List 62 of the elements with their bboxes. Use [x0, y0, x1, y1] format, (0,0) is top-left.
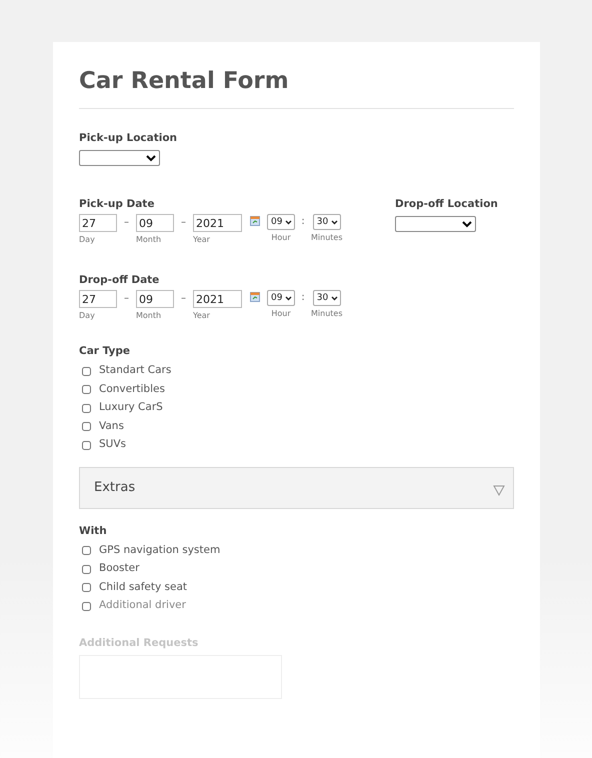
caret-icon — [330, 296, 338, 300]
checkbox[interactable] — [82, 583, 91, 592]
field-sublabel: Year — [193, 235, 211, 245]
field-label: Pick-up Date — [79, 197, 156, 211]
field-label: With — [79, 524, 108, 538]
text-input[interactable]: 27 — [79, 290, 117, 308]
field-sublabel: Hour — [271, 309, 291, 319]
calendar-icon[interactable] — [250, 292, 260, 302]
checkbox[interactable] — [82, 422, 91, 432]
field-sublabel: Minutes — [311, 309, 342, 319]
dropdown[interactable] — [395, 216, 476, 232]
option-label: Booster — [99, 561, 140, 576]
caret-icon — [330, 220, 338, 224]
caret-icon — [285, 220, 292, 224]
field-sublabel: Minutes — [311, 233, 342, 243]
caret-icon — [285, 296, 292, 300]
option-label: GPS navigation system — [99, 542, 220, 558]
option-label: Luxury CarS — [99, 400, 163, 416]
date-separator: – — [123, 216, 130, 230]
date-separator: – — [180, 292, 187, 306]
field-sublabel: Hour — [271, 233, 291, 243]
dropdown[interactable]: 30 — [312, 214, 341, 230]
date-separator: – — [180, 216, 187, 230]
section-header[interactable]: Extras — [79, 466, 514, 508]
option-label: Convertibles — [99, 382, 165, 397]
option-label: Vans — [99, 418, 124, 434]
checkbox[interactable] — [82, 440, 91, 450]
dropdown[interactable]: 09 — [267, 214, 295, 230]
checkbox[interactable] — [82, 546, 91, 556]
field-label: Pick-up Location — [79, 131, 178, 145]
dropdown[interactable]: 09 — [267, 290, 295, 306]
checkbox[interactable] — [82, 366, 91, 376]
field-label: Drop-off Date — [79, 273, 160, 287]
time-separator: : — [300, 215, 306, 229]
checkbox[interactable] — [82, 564, 91, 574]
text-input[interactable]: 2021 — [193, 290, 242, 308]
triangle-icon — [493, 485, 505, 496]
dropdown[interactable]: 30 — [312, 290, 341, 306]
text-input[interactable]: 09 — [136, 214, 174, 232]
option-label: Standart Cars — [99, 363, 172, 378]
field-label: Car Type — [79, 344, 132, 358]
field-label: Drop-off Location — [395, 197, 498, 211]
option-label: SUVs — [99, 437, 126, 452]
checkbox[interactable] — [82, 385, 91, 394]
field-sublabel: Month — [136, 235, 162, 245]
field-sublabel: Month — [136, 311, 162, 321]
field-label: Additional Requests — [79, 636, 200, 650]
option-label: Child safety seat — [99, 580, 188, 595]
text-input[interactable]: 27 — [79, 214, 117, 232]
text-input[interactable]: 09 — [136, 290, 174, 308]
form-title: Car Rental Form — [79, 66, 514, 109]
checkbox[interactable] — [82, 602, 91, 611]
text-input[interactable]: 2021 — [193, 214, 242, 232]
checkbox[interactable] — [82, 404, 91, 413]
option-label: Additional driver — [99, 598, 186, 614]
time-separator: : — [300, 291, 306, 305]
field-sublabel: Day — [79, 311, 96, 321]
field-sublabel: Year — [193, 311, 211, 321]
field-sublabel: Day — [79, 235, 96, 245]
calendar-icon[interactable] — [250, 216, 260, 226]
date-separator: – — [123, 292, 130, 306]
dropdown[interactable] — [79, 150, 160, 166]
